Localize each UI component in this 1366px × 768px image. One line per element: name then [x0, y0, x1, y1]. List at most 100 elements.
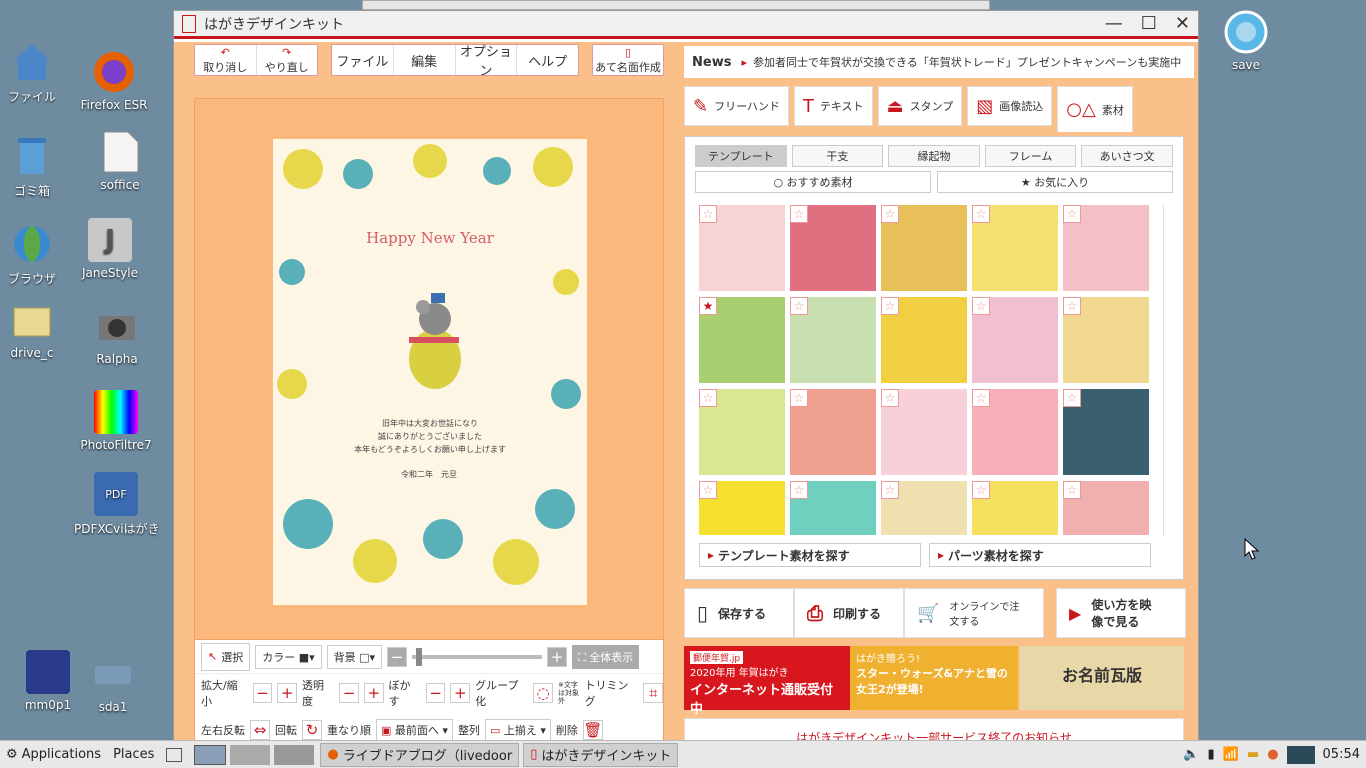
banner-nenga-shop[interactable]: 郵便年賀.jp 2020年用 年賀はがき インターネット通販受付中 — [684, 646, 850, 717]
favorite-star-icon[interactable]: ☆ — [699, 205, 717, 223]
tab-eto[interactable]: 干支 — [791, 145, 884, 167]
applications-menu[interactable]: ⚙ Applications — [0, 742, 107, 768]
desktop-icon-pdfxcview[interactable]: PDF PDFXCviはがき — [74, 472, 160, 537]
template-thumbnail[interactable]: ☆ — [699, 481, 785, 535]
favorite-star-icon[interactable]: ☆ — [972, 481, 990, 499]
template-thumbnail[interactable]: ☆ — [790, 389, 876, 475]
template-thumbnail[interactable]: ☆ — [881, 481, 967, 535]
trim-button[interactable]: ⌗ — [643, 683, 663, 703]
favorite-star-icon[interactable]: ☆ — [1063, 389, 1081, 407]
blur-minus-button[interactable]: − — [425, 683, 446, 703]
tool-image-load[interactable]: ▧ 画像読込 — [967, 86, 1053, 126]
template-thumbnail[interactable]: ☆ — [790, 481, 876, 535]
scale-plus-button[interactable]: + — [277, 683, 297, 703]
template-thumbnail[interactable]: ☆ — [699, 205, 785, 291]
close-button[interactable]: ✕ — [1175, 13, 1190, 34]
favorite-star-icon[interactable]: ☆ — [1063, 481, 1081, 499]
subtab-favorites[interactable]: ★ お気に入り — [937, 171, 1173, 193]
menu-edit[interactable]: 編集 — [394, 45, 456, 75]
desktop-icon-janestyle[interactable]: J JaneStyle — [68, 218, 152, 280]
select-tool-button[interactable]: ↖ 選択 — [201, 642, 251, 671]
template-thumbnail[interactable]: ☆ — [1063, 389, 1149, 475]
tab-template[interactable]: テンプレート — [695, 145, 787, 167]
show-desktop-button[interactable] — [160, 742, 188, 768]
maximize-button[interactable]: ☐ — [1141, 13, 1157, 34]
favorite-star-icon[interactable]: ★ — [699, 297, 717, 315]
tool-materials[interactable]: ○△ 素材 — [1057, 86, 1133, 132]
news-text[interactable]: 参加者同士で年賀状が交換できる「年賀状トレード」プレゼントキャンペーンも実施中 — [753, 54, 1181, 70]
desktop-icon-files[interactable]: ファイル — [0, 40, 74, 105]
desktop-icon-sda1[interactable]: sda1 — [71, 652, 155, 714]
favorite-star-icon[interactable]: ☆ — [699, 389, 717, 407]
flip-button[interactable]: ⇔ — [250, 720, 270, 740]
opacity-plus-button[interactable]: + — [363, 683, 384, 703]
favorite-star-icon[interactable]: ☆ — [881, 297, 899, 315]
find-parts-button[interactable]: パーツ素材を探す — [929, 543, 1151, 567]
zoom-slider[interactable] — [412, 647, 543, 666]
order-dropdown[interactable]: ▣ 最前面へ ▾ — [376, 719, 453, 741]
favorite-star-icon[interactable]: ☆ — [881, 205, 899, 223]
grid-scrollbar[interactable] — [1163, 205, 1173, 535]
desktop-icon-trash[interactable]: ゴミ箱 — [0, 134, 74, 199]
desktop-icon-save[interactable]: save — [1204, 10, 1288, 72]
rotate-button[interactable]: ↻ — [302, 720, 322, 740]
template-thumbnail[interactable]: ☆ — [972, 481, 1058, 535]
menu-help[interactable]: ヘルプ — [517, 45, 578, 75]
task-livedoor-blog[interactable]: ● ライブドアブログ（livedoor — [320, 742, 520, 767]
favorite-star-icon[interactable]: ☆ — [790, 205, 808, 223]
save-button[interactable]: ▯ 保存する — [684, 588, 794, 638]
tool-freehand[interactable]: ✎ フリーハンド — [684, 86, 789, 126]
group-button[interactable]: ◌ — [533, 683, 553, 703]
zoom-in-button[interactable]: + — [547, 646, 568, 667]
desktop-icon-drive-c[interactable]: drive_c — [0, 298, 74, 360]
menu-file[interactable]: ファイル — [332, 45, 394, 75]
blur-plus-button[interactable]: + — [450, 683, 471, 703]
print-button[interactable]: ⎙ 印刷する — [794, 588, 904, 638]
color-picker[interactable]: カラー ■▾ — [255, 644, 322, 669]
redo-button[interactable]: ↷ やり直し — [257, 45, 318, 75]
fullview-button[interactable]: ⛶ 全体表示 — [572, 644, 640, 669]
task-hagaki[interactable]: ▯ はがきデザインキット — [523, 742, 679, 767]
banner-onamae-kawaraban[interactable]: お名前瓦版 — [1020, 646, 1184, 710]
favorite-star-icon[interactable]: ☆ — [1063, 205, 1081, 223]
find-template-button[interactable]: テンプレート素材を探す — [699, 543, 921, 567]
favorite-star-icon[interactable]: ☆ — [972, 389, 990, 407]
favorite-star-icon[interactable]: ☆ — [972, 205, 990, 223]
template-thumbnail[interactable]: ☆ — [881, 205, 967, 291]
align-dropdown[interactable]: ▭ 上揃え ▾ — [484, 719, 551, 741]
desktop-icon-firefox[interactable]: Firefox ESR — [72, 50, 156, 112]
template-thumbnail[interactable]: ☆ — [1063, 297, 1149, 383]
zoom-slider-handle[interactable] — [416, 647, 423, 666]
subtab-recommended[interactable]: ○ おすすめ素材 — [695, 171, 931, 193]
trash-delete-icon[interactable]: 🗑 — [582, 720, 603, 740]
desktop-icon-soffice[interactable]: soffice — [78, 130, 162, 192]
design-canvas[interactable]: Happy New Year 旧年中は大変お世話になり 誠にありがとうございまし… — [194, 98, 664, 643]
postcard-preview[interactable]: Happy New Year 旧年中は大変お世話になり 誠にありがとうございまし… — [273, 139, 587, 605]
desktop-icon-browser[interactable]: ブラウザ — [0, 222, 74, 287]
tool-stamp[interactable]: ⏏ スタンプ — [877, 86, 963, 126]
favorite-star-icon[interactable]: ☆ — [972, 297, 990, 315]
minimize-button[interactable]: — — [1105, 13, 1123, 34]
template-thumbnail[interactable]: ☆ — [881, 389, 967, 475]
template-thumbnail[interactable]: ☆ — [1063, 481, 1149, 535]
tab-greeting[interactable]: あいさつ文 — [1081, 145, 1173, 167]
desktop-icon-photofiltre[interactable]: PhotoFiltre7 — [74, 390, 158, 452]
template-thumbnail[interactable]: ☆ — [881, 297, 967, 383]
workspace-switcher[interactable] — [188, 742, 320, 768]
zoom-out-button[interactable]: − — [387, 646, 408, 667]
template-thumbnail[interactable]: ☆ — [790, 297, 876, 383]
color-icon[interactable]: ● — [1267, 747, 1278, 762]
favorite-star-icon[interactable]: ☆ — [790, 481, 808, 499]
menu-options[interactable]: オプション — [456, 45, 518, 79]
storage-icon[interactable]: ▬ — [1247, 747, 1259, 762]
battery-icon[interactable]: ▮ — [1208, 747, 1215, 762]
template-thumbnail[interactable]: ☆ — [972, 297, 1058, 383]
background-picker[interactable]: 背景 □▾ — [326, 644, 383, 669]
opacity-minus-button[interactable]: − — [339, 683, 359, 703]
template-thumbnail[interactable]: ☆ — [972, 205, 1058, 291]
tab-frame[interactable]: フレーム — [984, 145, 1077, 167]
card-date[interactable]: 令和二年 元旦 — [401, 469, 457, 480]
mouse-illustration[interactable] — [373, 279, 493, 399]
desktop-icon-ralpha[interactable]: Ralpha — [75, 304, 159, 366]
undo-button[interactable]: ↶ 取り消し — [195, 45, 257, 75]
